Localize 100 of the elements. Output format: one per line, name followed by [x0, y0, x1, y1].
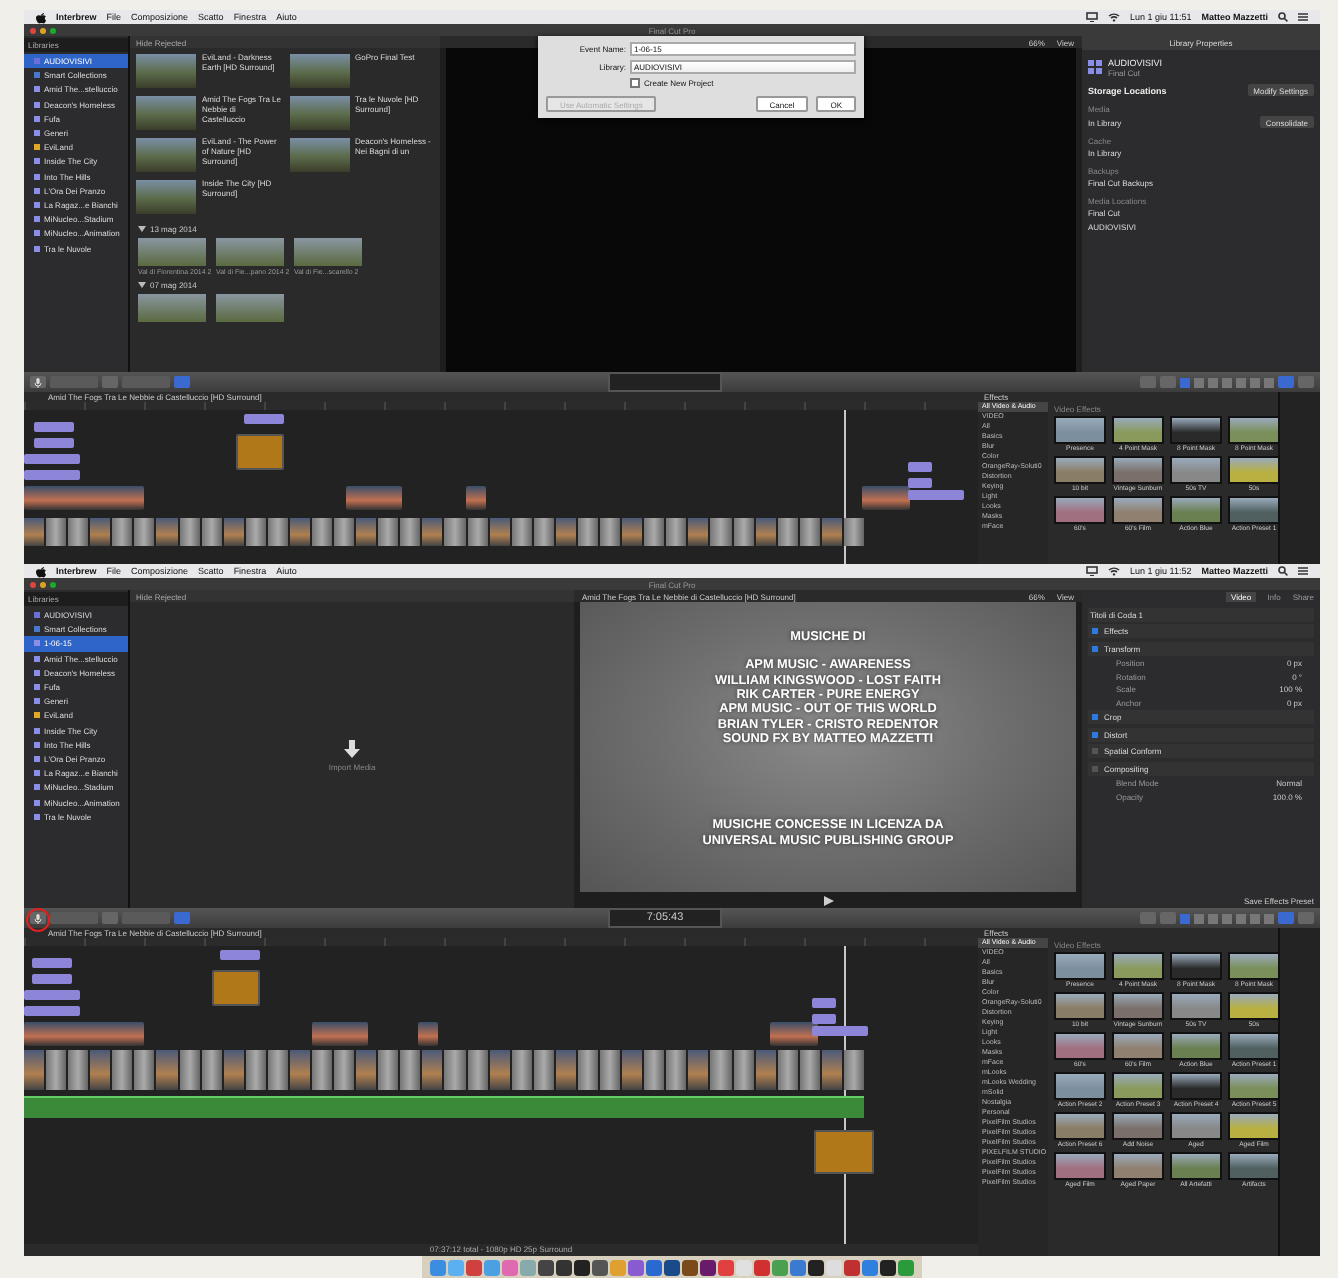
- menu-icon[interactable]: [1298, 12, 1308, 22]
- effect-thumbnail[interactable]: [1112, 992, 1164, 1020]
- enable-checkbox[interactable]: [1092, 645, 1098, 651]
- storyline-clip[interactable]: [378, 518, 399, 546]
- storyline-clip[interactable]: [467, 1050, 488, 1090]
- connected-clip[interactable]: [465, 486, 486, 510]
- effect-thumbnail[interactable]: [1228, 952, 1278, 980]
- effect-thumbnail[interactable]: [1228, 456, 1278, 484]
- wifi-icon[interactable]: [1108, 12, 1121, 22]
- storyline-clip[interactable]: [710, 518, 731, 546]
- storyline-clip[interactable]: [755, 518, 776, 546]
- storyline-clip[interactable]: [334, 518, 355, 546]
- connected-clip[interactable]: [907, 490, 964, 500]
- effect-thumbnail[interactable]: [1228, 1032, 1278, 1060]
- search-icon[interactable]: [1278, 566, 1288, 576]
- effect-thumbnail[interactable]: [1054, 416, 1106, 444]
- display-icon[interactable]: [1086, 12, 1099, 22]
- connected-clip[interactable]: [32, 974, 73, 984]
- connected-clip[interactable]: [811, 998, 836, 1008]
- effect-thumbnail[interactable]: [1112, 952, 1164, 980]
- storyline-clip[interactable]: [134, 518, 155, 546]
- connected-clip[interactable]: [244, 414, 285, 424]
- effect-thumbnail[interactable]: [1112, 496, 1164, 524]
- connected-clip[interactable]: [220, 950, 261, 960]
- connected-clip[interactable]: [770, 1022, 819, 1046]
- storyline-clip[interactable]: [68, 518, 89, 546]
- effect-thumbnail[interactable]: [1228, 416, 1278, 444]
- enable-checkbox[interactable]: [1092, 714, 1098, 720]
- storyline-clip[interactable]: [24, 518, 45, 546]
- effect-thumbnail[interactable]: [1112, 1152, 1164, 1180]
- storyline-clip[interactable]: [267, 518, 288, 546]
- storyline-clip[interactable]: [511, 1050, 532, 1090]
- storyline-clip[interactable]: [112, 1050, 133, 1090]
- storyline-clip[interactable]: [68, 1050, 89, 1090]
- storyline-clip[interactable]: [755, 1050, 776, 1090]
- microphone-button[interactable]: [30, 376, 46, 388]
- connected-clip[interactable]: [417, 1022, 438, 1046]
- storyline-clip[interactable]: [600, 1050, 621, 1090]
- effect-thumbnail[interactable]: [1112, 456, 1164, 484]
- storyline-clip[interactable]: [312, 1050, 333, 1090]
- connected-clip[interactable]: [24, 470, 80, 480]
- connected-clip[interactable]: [861, 486, 910, 510]
- clip-thumbnail[interactable]: [136, 96, 196, 130]
- effect-thumbnail[interactable]: [1228, 1112, 1278, 1140]
- enable-checkbox[interactable]: [1092, 628, 1098, 634]
- checkbox[interactable]: [630, 78, 640, 88]
- storyline-clip[interactable]: [799, 518, 820, 546]
- connected-clip[interactable]: [24, 1006, 80, 1016]
- storyline-clip[interactable]: [422, 1050, 443, 1090]
- clip-thumbnail[interactable]: [289, 54, 349, 88]
- clip-thumbnail[interactable]: [289, 138, 349, 172]
- storyline-clip[interactable]: [600, 518, 621, 546]
- storyline-clip[interactable]: [777, 518, 798, 546]
- effect-thumbnail[interactable]: [1170, 1032, 1222, 1060]
- storyline-clip[interactable]: [577, 1050, 599, 1090]
- title-clip[interactable]: [212, 970, 261, 1006]
- storyline-clip[interactable]: [46, 518, 67, 546]
- display-icon[interactable]: [1086, 566, 1099, 576]
- clip-thumbnail[interactable]: [136, 138, 196, 172]
- effect-thumbnail[interactable]: [1170, 1072, 1222, 1100]
- storyline-clip[interactable]: [289, 1050, 311, 1090]
- connected-clip[interactable]: [24, 454, 80, 464]
- connected-clip[interactable]: [811, 1014, 836, 1024]
- effect-thumbnail[interactable]: [1170, 1112, 1222, 1140]
- connected-clip[interactable]: [33, 438, 74, 448]
- clip-thumbnail[interactable]: [136, 180, 196, 214]
- effect-thumbnail[interactable]: [1170, 496, 1222, 524]
- effect-thumbnail[interactable]: [1054, 952, 1106, 980]
- connected-clip[interactable]: [907, 462, 932, 472]
- storyline-clip[interactable]: [334, 1050, 355, 1090]
- menu-icon[interactable]: [1298, 566, 1308, 576]
- effect-thumbnail[interactable]: [1112, 1112, 1164, 1140]
- storyline-clip[interactable]: [577, 518, 599, 546]
- storyline-clip[interactable]: [489, 518, 510, 546]
- storyline-clip[interactable]: [688, 518, 709, 546]
- storyline-clip[interactable]: [90, 518, 111, 546]
- apple-icon[interactable]: [36, 11, 46, 23]
- storyline-clip[interactable]: [533, 518, 554, 546]
- storyline-clip[interactable]: [156, 1050, 178, 1090]
- storyline-clip[interactable]: [134, 1050, 155, 1090]
- effect-thumbnail[interactable]: [1228, 1152, 1278, 1180]
- effect-thumbnail[interactable]: [1054, 992, 1106, 1020]
- effect-thumbnail[interactable]: [1228, 1072, 1278, 1100]
- storyline-clip[interactable]: [356, 518, 377, 546]
- storyline-clip[interactable]: [156, 518, 178, 546]
- connected-clip[interactable]: [811, 1026, 868, 1036]
- effect-thumbnail[interactable]: [1170, 952, 1222, 980]
- effect-thumbnail[interactable]: [1054, 456, 1106, 484]
- clip-thumbnail[interactable]: [289, 96, 349, 130]
- storyline-clip[interactable]: [511, 518, 532, 546]
- enable-checkbox[interactable]: [1092, 731, 1098, 737]
- effect-thumbnail[interactable]: [1170, 992, 1222, 1020]
- effect-thumbnail[interactable]: [1112, 1072, 1164, 1100]
- effect-thumbnail[interactable]: [1054, 1072, 1106, 1100]
- storyline-clip[interactable]: [378, 1050, 399, 1090]
- audio-clip[interactable]: [24, 1096, 864, 1118]
- connected-clip[interactable]: [311, 1022, 367, 1046]
- storyline-clip[interactable]: [733, 1050, 754, 1090]
- storyline-clip[interactable]: [312, 518, 333, 546]
- storyline-clip[interactable]: [400, 518, 421, 546]
